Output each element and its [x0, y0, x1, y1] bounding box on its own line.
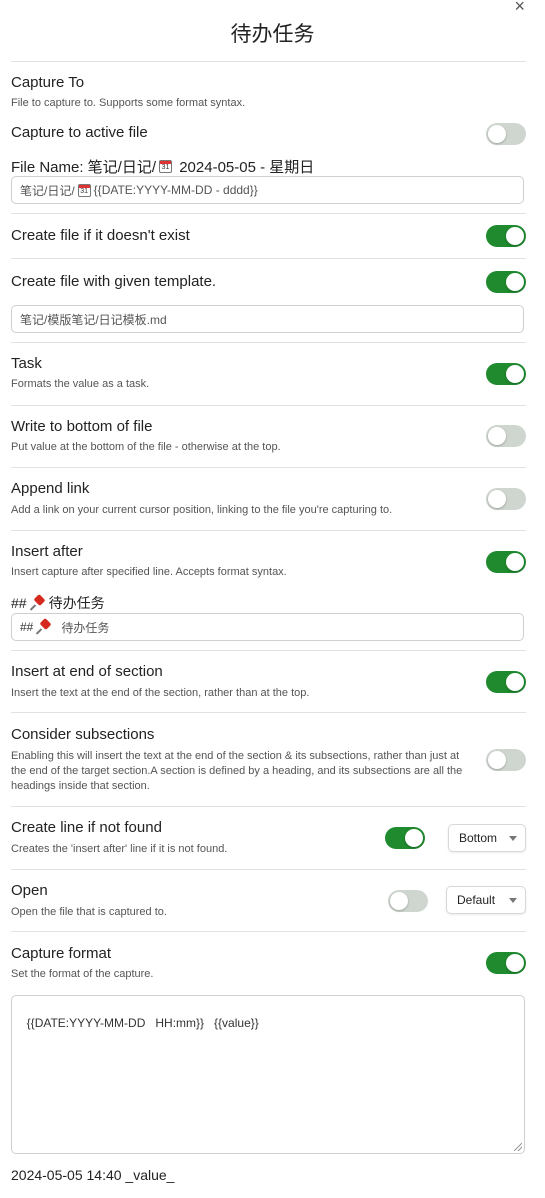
- insert-end-section-desc: Insert the text at the end of the sectio…: [11, 687, 310, 699]
- modal-title: 待办任务: [230, 23, 315, 46]
- pin-icon: [37, 620, 51, 634]
- divider: [11, 806, 526, 807]
- divider: [11, 342, 526, 343]
- create-line-toggle[interactable]: [385, 827, 425, 849]
- capture-format-label: Capture format: [11, 945, 112, 962]
- create-if-missing-label: Create file if it doesn't exist: [11, 227, 190, 244]
- open-desc: Open the file that is captured to.: [11, 906, 167, 918]
- divider: [11, 931, 526, 932]
- write-bottom-toggle[interactable]: [486, 425, 526, 447]
- divider: [11, 712, 526, 713]
- insert-after-input[interactable]: ## 待办任务: [11, 613, 524, 641]
- open-toggle[interactable]: [388, 890, 428, 912]
- write-bottom-desc: Put value at the bottom of the file - ot…: [11, 441, 281, 453]
- format-preview: 2024-05-05 14:40 _value_: [11, 1167, 175, 1183]
- capture-format-desc: Set the format of the capture.: [11, 968, 154, 980]
- append-link-desc: Add a link on your current cursor positi…: [11, 504, 393, 516]
- chevron-down-icon: [509, 836, 517, 841]
- insert-end-section-label: Insert at end of section: [11, 663, 163, 680]
- open-label: Open: [11, 882, 48, 899]
- divider: [11, 467, 526, 468]
- file-name-preview: File Name: 笔记/日记/31 2024-05-05 - 星期日: [11, 156, 314, 177]
- template-path-input[interactable]: 笔记/模版笔记/日记模板.md: [11, 305, 524, 333]
- divider: [11, 530, 526, 531]
- divider: [11, 213, 526, 214]
- capture-to-label: Capture To: [11, 74, 85, 91]
- insert-after-label: Insert after: [11, 543, 83, 560]
- task-desc: Formats the value as a task.: [11, 378, 150, 390]
- divider: [11, 405, 526, 406]
- task-toggle[interactable]: [486, 363, 526, 385]
- capture-to-desc: File to capture to. Supports some format…: [11, 97, 246, 109]
- chevron-down-icon: [509, 898, 517, 903]
- active-file-toggle[interactable]: [486, 123, 526, 145]
- create-if-missing-toggle[interactable]: [486, 225, 526, 247]
- task-label: Task: [11, 355, 42, 372]
- insert-end-section-toggle[interactable]: [486, 671, 526, 693]
- consider-subsections-toggle[interactable]: [486, 749, 526, 771]
- create-with-template-label: Create file with given template.: [11, 273, 217, 290]
- divider: [11, 61, 526, 62]
- create-line-position-select[interactable]: Bottom: [448, 824, 526, 852]
- calendar-icon: 31: [159, 160, 173, 173]
- active-file-label: Capture to active file: [11, 124, 148, 141]
- close-icon[interactable]: ×: [514, 0, 525, 16]
- create-line-desc: Creates the 'insert after' line if it is…: [11, 843, 228, 855]
- file-name-input[interactable]: 笔记/日记/31 {{DATE:YYYY-MM-DD - dddd}}: [11, 176, 524, 204]
- capture-format-textarea[interactable]: {{DATE:YYYY-MM-DD HH:mm}} {{value}}: [11, 995, 525, 1154]
- divider: [11, 258, 526, 259]
- capture-format-toggle[interactable]: [486, 952, 526, 974]
- file-name-suffix: 2024-05-05 - 星期日: [175, 159, 315, 176]
- write-bottom-label: Write to bottom of file: [11, 418, 153, 435]
- create-line-label: Create line if not found: [11, 819, 162, 836]
- append-link-label: Append link: [11, 480, 90, 497]
- append-link-toggle[interactable]: [486, 488, 526, 510]
- create-with-template-toggle[interactable]: [486, 271, 526, 293]
- calendar-icon: 31: [77, 183, 91, 197]
- open-mode-select[interactable]: Default: [446, 886, 526, 914]
- consider-subsections-label: Consider subsections: [11, 726, 155, 743]
- insert-after-toggle[interactable]: [486, 551, 526, 573]
- pin-icon: [31, 596, 45, 610]
- file-name-prefix: File Name: 笔记/日记/: [11, 159, 157, 176]
- divider: [11, 650, 526, 651]
- divider: [11, 869, 526, 870]
- insert-after-desc: Insert capture after specified line. Acc…: [11, 566, 287, 578]
- insert-after-preview: ## 待办任务: [11, 595, 105, 611]
- resize-handle-icon[interactable]: [514, 1143, 522, 1151]
- consider-subsections-desc: Enabling this will insert the text at th…: [11, 750, 463, 792]
